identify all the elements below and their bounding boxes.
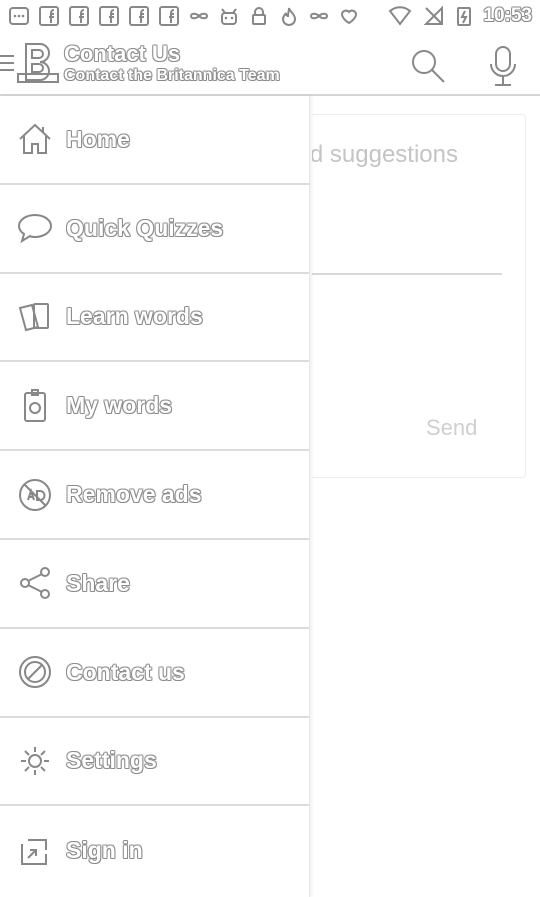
app-bar: Contact Us Contact the Britannica Team [0, 32, 540, 96]
drawer-item-sign-in[interactable]: Sign in [0, 806, 309, 895]
britannica-logo-mark [17, 43, 59, 83]
drawer-item-contact-us[interactable]: Contact us [0, 629, 309, 718]
robot-icon [221, 8, 237, 25]
drawer-item-learn-words[interactable]: Learn words [0, 274, 309, 363]
fire-icon [281, 7, 297, 26]
app-bar-titles: Contact Us Contact the Britannica Team [64, 42, 280, 86]
facebook-icon [159, 6, 179, 26]
message-placeholder: nd suggestions [312, 141, 458, 168]
send-button[interactable]: Send [426, 415, 477, 441]
infinity-icon [309, 12, 329, 20]
drawer-item-label: My words [66, 392, 173, 419]
no-ads-icon [19, 478, 51, 511]
facebook-icon [129, 6, 149, 26]
drawer-item-label: Quick Quizzes [66, 214, 224, 241]
speech-bubble-icon [17, 214, 53, 244]
drawer-item-remove-ads[interactable]: Remove ads [0, 451, 309, 540]
battery-charging-icon [457, 7, 472, 26]
drawer-item-label: Contact us [66, 658, 185, 685]
sign-in-icon [21, 838, 47, 865]
home-icon [19, 124, 51, 155]
badge-icon [24, 388, 46, 422]
drawer-item-quick-quizzes[interactable]: Quick Quizzes [0, 185, 309, 274]
notification-icons [8, 5, 360, 27]
drawer-item-my-words[interactable]: My words [0, 362, 309, 452]
lock-icon [252, 7, 266, 25]
drawer-item-settings[interactable]: Settings [0, 718, 309, 807]
facebook-icon [39, 6, 59, 26]
prohibited-icon [19, 656, 51, 689]
search-icon[interactable] [408, 46, 450, 86]
chat-bubble-icon [9, 7, 29, 25]
microphone-icon[interactable] [486, 44, 520, 88]
drawer-item-label: Home [66, 125, 130, 152]
hamburger-menu-icon[interactable] [0, 52, 16, 74]
drawer-item-share[interactable]: Share [0, 540, 309, 629]
britannica-logo [16, 40, 60, 86]
facebook-icon [99, 6, 119, 26]
drawer-item-label: Learn words [66, 303, 203, 330]
page-title: Contact Us [64, 41, 181, 66]
infinity-icon [189, 12, 209, 20]
message-field[interactable]: nd suggestions [312, 139, 502, 275]
gear-icon [21, 746, 49, 775]
system-icons: 10:53 [385, 5, 532, 27]
share-icon [20, 567, 50, 600]
facebook-icon [69, 6, 89, 26]
navigation-drawer: Home Quick Quizzes Learn words My words … [0, 96, 310, 897]
drawer-item-label: Share [66, 569, 130, 596]
status-bar: 10:53 [0, 0, 540, 32]
wifi-icon [389, 6, 412, 26]
drawer-item-home[interactable]: Home [0, 96, 309, 185]
contact-form-card: nd suggestions Send [312, 114, 526, 478]
no-signal-icon [423, 5, 444, 25]
drawer-item-label: Sign in [66, 837, 143, 864]
drawer-item-label: Settings [66, 747, 157, 774]
page-subtitle: Contact the Britannica Team [64, 67, 280, 84]
cards-icon [18, 302, 49, 332]
drawer-item-label: Remove ads [66, 481, 202, 508]
heart-icon [340, 9, 358, 25]
status-time: 10:53 [483, 5, 532, 26]
